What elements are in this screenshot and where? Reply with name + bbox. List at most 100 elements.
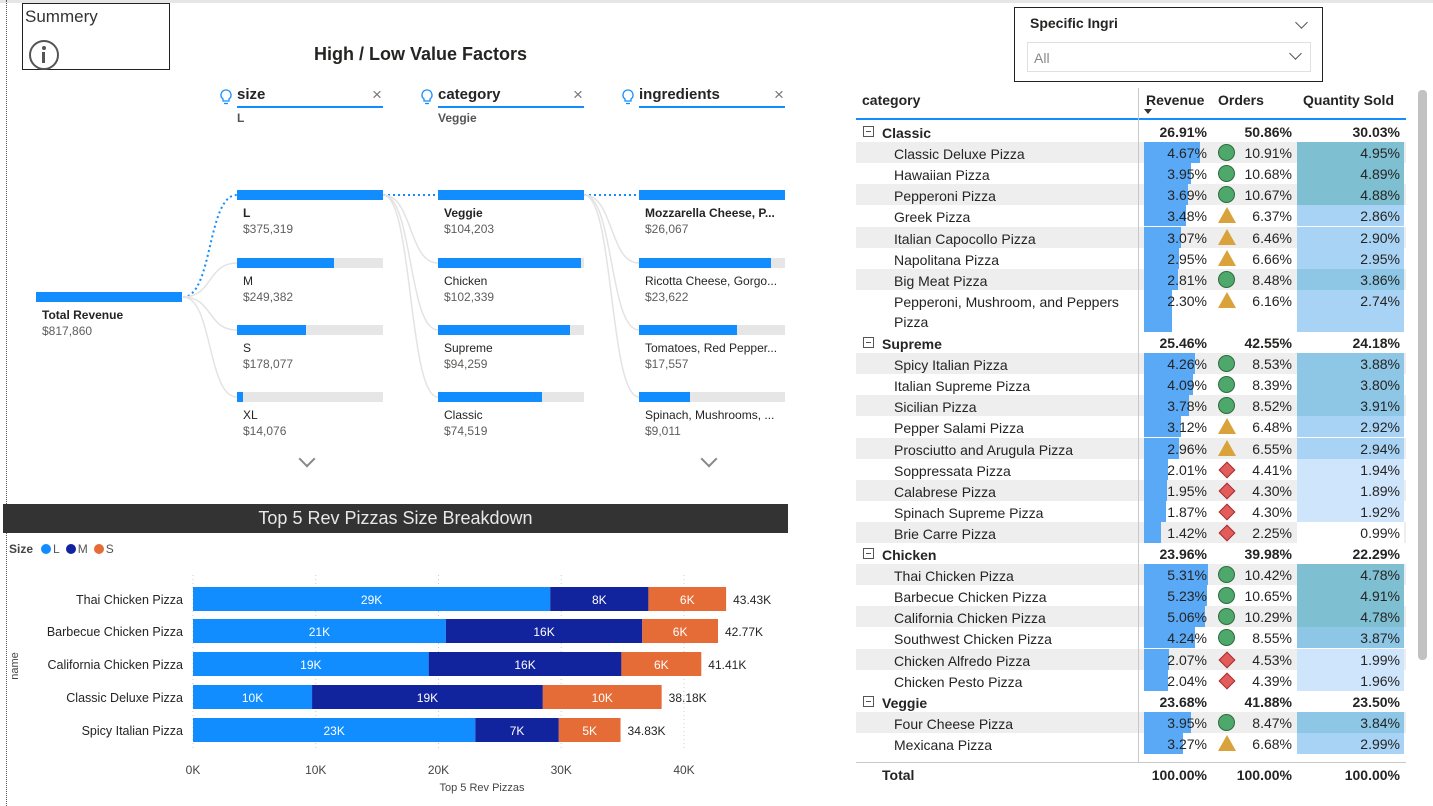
table-row[interactable]: Thai Chicken Pizza 5.31% 10.42% 4.78% [856,564,1406,586]
pizza-name: Classic Deluxe Pizza [894,146,1025,163]
legend-title: Size [9,542,34,556]
qty-value: 4.95% [1360,145,1400,162]
table-row[interactable]: Barbecue Chicken Pizza 5.23% 10.65% 4.91% [856,585,1406,607]
table-row[interactable]: Big Meat Pizza 2.81% 8.48% 3.86% [856,268,1406,290]
orders-value: 6.37% [1252,208,1292,225]
table-row[interactable]: Spicy Italian Pizza 4.26% 8.53% 3.88% [856,353,1406,375]
node-label: M [243,274,253,288]
qty-value: 1.89% [1360,482,1400,499]
legend-item-m[interactable]: M [65,542,88,556]
column-header-revenue[interactable]: Revenue [1146,92,1204,108]
green-circle-icon [1218,629,1235,647]
matrix-scrollbar[interactable] [1418,90,1427,660]
bar-data-label: 5K [582,724,597,738]
orders-value: 4.41% [1252,461,1292,478]
pizza-name: Pepperoni Pizza [894,188,996,205]
revenue-value: 5.31% [1167,567,1207,584]
table-row[interactable]: Southwest Chicken Pizza 4.24% 8.55% 3.87% [856,627,1406,649]
legend-dot-icon [65,544,76,554]
pizza-name: Southwest Chicken Pizza [894,631,1052,648]
table-row[interactable]: Soppressata Pizza 2.01% 4.41% 1.94% [856,458,1406,480]
node-label: Ricotta Cheese, Gorgo... [645,274,778,288]
table-row[interactable]: Brie Carre Pizza 1.42% 2.25% 0.99% [856,521,1406,543]
red-diamond-icon [1218,524,1236,542]
green-circle-icon [1218,587,1235,605]
ingredient-slicer[interactable]: Specific Ingri All [1014,7,1323,82]
table-row[interactable]: Spinach Supreme Pizza 1.87% 4.30% 1.92% [856,500,1406,522]
pizza-name: California Chicken Pizza [894,610,1046,627]
green-circle-icon [1218,186,1235,204]
revenue-value: 2.30% [1167,292,1207,309]
lightbulb-icon[interactable] [219,89,233,105]
legend-dot-icon [41,544,52,554]
group-row-chicken[interactable]: Chicken 23.96% 39.98% 22.29% [856,543,1406,564]
table-row[interactable]: Hawaiian Pizza 3.95% 10.68% 4.89% [856,163,1406,185]
revenue-value: 3.69% [1167,187,1207,204]
close-icon[interactable]: × [774,85,784,105]
group-row-supreme[interactable]: Supreme 25.46% 42.55% 24.18% [856,332,1406,353]
table-row[interactable]: Prosciutto and Arugula Pizza 2.96% 6.55% 2.… [856,437,1406,459]
pizza-name: Greek Pizza [894,209,971,226]
node-bar [438,392,543,402]
column-header-quantity-sold[interactable]: Quantity Sold [1303,92,1394,108]
table-row[interactable]: California Chicken Pizza 5.06% 10.29% 4.78% [856,606,1406,628]
node-value: $178,077 [243,357,294,371]
collapse-icon[interactable] [863,337,874,348]
category-matrix[interactable]: category Revenue Orders Quantity Sold Cl… [856,88,1406,788]
qty-value: 4.88% [1360,187,1400,204]
table-row[interactable]: Napolitana Pizza 2.95% 6.66% 2.95% [856,247,1406,269]
orders-value: 10.65% [1244,588,1292,605]
legend-item-s[interactable]: S [93,542,114,556]
table-row[interactable]: Pepperoni Pizza 3.69% 10.67% 4.88% [856,184,1406,206]
green-circle-icon [1218,608,1235,626]
group-row-veggie[interactable]: Veggie 23.68% 41.88% 23.50% [856,691,1406,712]
collapse-icon[interactable] [863,548,874,559]
level-header-ingredients[interactable]: ingredients × [621,85,791,125]
lightbulb-icon[interactable] [621,89,635,105]
group-row-classic[interactable]: Classic 26.91% 50.86% 30.03% [856,121,1406,142]
table-row[interactable]: Pepper Salami Pizza 3.12% 6.48% 2.92% [856,416,1406,438]
lightbulb-icon[interactable] [420,89,434,105]
bar-data-label: 10K [242,691,263,705]
connector-line [382,194,439,331]
table-row[interactable]: Sicilian Pizza 3.78% 8.52% 3.91% [856,395,1406,417]
table-row[interactable]: Classic Deluxe Pizza 4.67% 10.91% 4.95% [856,142,1406,164]
table-row[interactable]: Calabrese Pizza 1.95% 4.30% 1.89% [856,479,1406,501]
bar-chart-header: Top 5 Rev Pizzas Size Breakdown [3,504,788,533]
column-header-orders[interactable]: Orders [1218,92,1264,108]
collapse-icon[interactable] [863,695,874,707]
legend-item-l[interactable]: L [41,542,60,556]
level-header-category[interactable]: category × Veggie [420,85,590,125]
y-category-label: Spicy Italian Pizza [82,724,183,738]
node-label: L [243,206,251,220]
warning-triangle-icon [1218,418,1236,435]
table-row[interactable]: Chicken Alfredo Pizza 2.07% 4.53% 1.99% [856,648,1406,670]
table-row[interactable]: Greek Pizza 3.48% 6.37% 2.86% [856,205,1406,227]
table-row[interactable]: Pepperoni, Mushroom, and Peppers Pizza 2.… [856,289,1406,332]
column-header-category[interactable]: category [862,92,920,108]
revenue-databar [1144,458,1168,480]
group-name: Chicken [882,547,937,563]
close-icon[interactable]: × [372,85,382,105]
table-row[interactable]: Chicken Pesto Pizza 2.04% 4.39% 1.96% [856,669,1406,691]
chevron-down-icon[interactable] [1295,16,1308,29]
table-row[interactable]: Mexicana Pizza 3.27% 6.68% 2.99% [856,732,1406,754]
stacked-bar-chart[interactable]: 0K 10K 20K 30K 40K Top 5 Rev Pizzas name Thai C… [0,570,800,806]
table-row[interactable]: Four Cheese Pizza 3.95% 8.47% 3.84% [856,711,1406,733]
collapse-icon[interactable] [863,126,874,137]
y-category-label: Thai Chicken Pizza [76,593,183,607]
node-bar [237,325,307,335]
close-icon[interactable]: × [573,85,583,105]
slicer-dropdown[interactable]: All [1027,42,1311,72]
total-qty: 100.00% [1344,767,1400,783]
pizza-name: Thai Chicken Pizza [894,568,1014,585]
group-orders: 50.86% [1244,124,1292,140]
chart-legend[interactable]: Size L M S [9,542,116,556]
table-row[interactable]: Italian Capocollo Pizza 3.07% 6.46% 2.90% [856,226,1406,248]
table-row[interactable]: Italian Supreme Pizza 4.09% 8.39% 3.80% [856,374,1406,396]
level-header-size[interactable]: size × L [219,85,389,125]
y-category-label: Barbecue Chicken Pizza [47,625,183,639]
total-label: Total [882,767,915,783]
legend-label: M [77,542,88,556]
node-value: $26,067 [645,222,689,236]
